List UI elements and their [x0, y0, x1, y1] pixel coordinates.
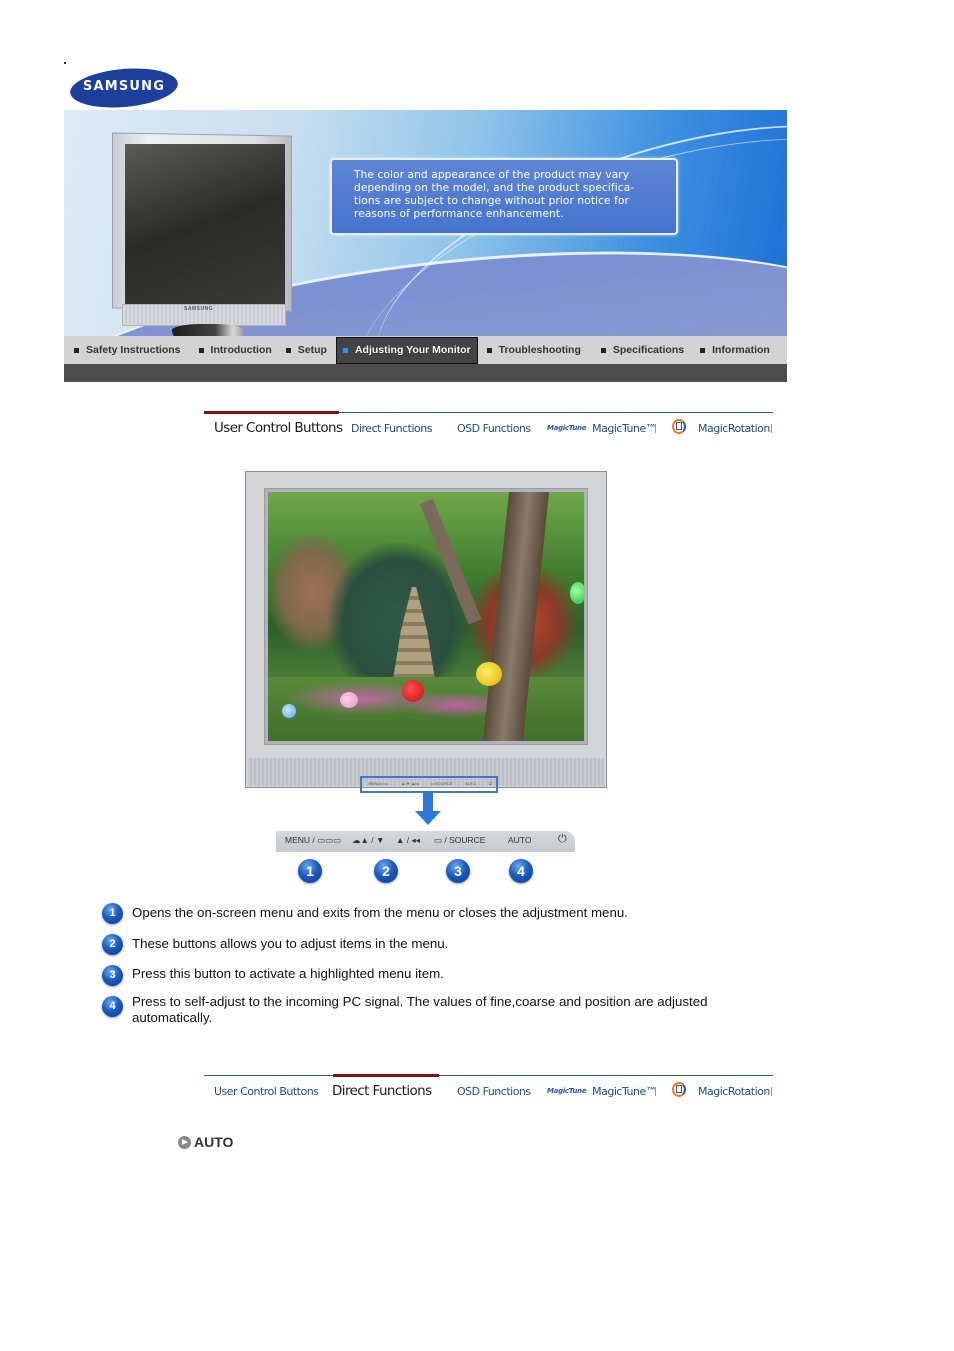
- tab-separator: [655, 424, 656, 433]
- nav-item-label: Specifications: [612, 344, 685, 356]
- tab-magictune[interactable]: MagicTune MagicTune™: [547, 413, 657, 443]
- square-bullet-icon: [600, 347, 606, 353]
- monitor-brand-label: SAMSUNG: [184, 306, 214, 312]
- control-panel-highlight-box: [360, 776, 498, 793]
- square-bullet-icon: [486, 347, 492, 353]
- number-badge-2: 2: [374, 859, 398, 883]
- number-badge-1: 1: [298, 859, 322, 883]
- square-bullet-icon: [285, 347, 291, 353]
- nav-underbar: [64, 364, 787, 382]
- square-bullet-icon: [700, 347, 706, 353]
- nav-item-troubleshooting[interactable]: Troubleshooting: [478, 336, 589, 364]
- tab-separator: [771, 424, 772, 433]
- magictune-logo-icon: MagicTune: [547, 1087, 587, 1095]
- magicrotation-icon: [670, 1082, 688, 1100]
- tab-osd-functions[interactable]: OSD Functions: [457, 413, 531, 443]
- square-bullet-icon: [74, 347, 79, 353]
- number-badge-3: 3: [446, 859, 470, 883]
- nav-item-setup[interactable]: Setup: [280, 336, 336, 364]
- tab-magicrotation[interactable]: MagicRotation: [670, 1076, 770, 1106]
- monitor-stand: [172, 324, 244, 336]
- lantern: [282, 704, 296, 718]
- main-nav: Safety Instructions Introduction Setup A…: [64, 336, 787, 364]
- description-text-1: Opens the on-screen menu and exits from …: [132, 905, 628, 920]
- samsung-logo[interactable]: SAMSUNG: [68, 64, 180, 112]
- tab-direct-functions[interactable]: Direct Functions: [332, 1076, 432, 1106]
- description-badge-2: 2: [102, 934, 123, 955]
- description-text-4: Press to self-adjust to the incoming PC …: [132, 994, 708, 1025]
- arrow-circle-right-icon: [178, 1135, 191, 1149]
- description-badge-3: 3: [102, 965, 123, 986]
- tab-separator: [655, 1087, 656, 1096]
- square-bullet-icon: [342, 347, 348, 353]
- magictune-logo-icon: MagicTune: [547, 424, 587, 432]
- tab-separator: [771, 1087, 772, 1096]
- nav-item-label: Adjusting Your Monitor: [354, 344, 471, 356]
- power-icon[interactable]: ⏻: [558, 833, 567, 846]
- product-notice-box: The color and appearance of the product …: [330, 158, 678, 235]
- nav-item-introduction[interactable]: Introduction: [189, 336, 280, 364]
- monitor-front-illustration: MENU/▭▭ ▲/▼ ▲/◂ ▭/SOURCE AUTO ⏻: [245, 471, 607, 788]
- lantern: [340, 692, 358, 708]
- nav-item-label: Information: [712, 344, 770, 356]
- lantern: [570, 582, 584, 604]
- nav-item-label: Safety Instructions: [86, 344, 181, 356]
- tab-osd-functions[interactable]: OSD Functions: [457, 1076, 531, 1106]
- square-bullet-icon: [198, 347, 204, 353]
- garden-photo: [268, 492, 584, 741]
- monitor-screen-frame: [264, 488, 588, 745]
- description-badge-4: 4: [102, 996, 123, 1017]
- tab-label: MagicTune™: [592, 421, 657, 435]
- up-volume-button[interactable]: ▲ / ◂◂: [396, 835, 420, 846]
- notice-line: tions are subject to change without prio…: [354, 195, 629, 207]
- hero-banner: SAMSUNG The color and appearance of the …: [64, 110, 787, 336]
- lantern: [476, 662, 502, 686]
- menu-button[interactable]: MENU / ▭▭▭: [285, 835, 341, 846]
- tab-user-control-buttons[interactable]: User Control Buttons: [214, 1076, 319, 1106]
- subtabs-top: User Control Buttons Direct Functions OS…: [204, 411, 773, 443]
- description-text-2: These buttons allows you to adjust items…: [132, 936, 449, 951]
- nav-item-specifications[interactable]: Specifications: [589, 336, 692, 364]
- enter-source-button[interactable]: ▭ / SOURCE: [434, 835, 485, 846]
- notice-line: The color and appearance of the product …: [354, 169, 630, 181]
- notice-line: depending on the model, and the product …: [354, 182, 635, 194]
- description-badge-1: 1: [102, 903, 123, 924]
- nav-item-label: Troubleshooting: [498, 344, 581, 356]
- auto-button[interactable]: AUTO: [508, 835, 531, 845]
- nav-item-adjusting-your-monitor[interactable]: Adjusting Your Monitor: [335, 336, 478, 364]
- lantern: [402, 680, 424, 702]
- tab-magicrotation[interactable]: MagicRotation: [670, 413, 770, 443]
- description-text-3: Press this button to activate a highligh…: [132, 966, 444, 981]
- control-panel-enlarged: MENU / ▭▭▭ ☁▲ / ▼ ▲ / ◂◂ ▭ / SOURCE AUTO…: [276, 831, 575, 852]
- nav-item-safety-instructions[interactable]: Safety Instructions: [64, 336, 189, 364]
- tab-label: MagicRotation: [698, 421, 770, 435]
- monitor-product-image: SAMSUNG: [112, 132, 292, 336]
- nav-item-label: Setup: [297, 344, 327, 356]
- nav-item-information[interactable]: Information: [692, 336, 778, 364]
- tab-user-control-buttons[interactable]: User Control Buttons: [214, 413, 343, 443]
- logo-text: SAMSUNG: [82, 79, 166, 94]
- notice-line: reasons of performance enhancement.: [354, 208, 564, 220]
- section-title: AUTO: [194, 1134, 234, 1150]
- tab-label: MagicRotation: [698, 1084, 770, 1098]
- stray-dot: [64, 62, 66, 64]
- number-badge-4: 4: [509, 859, 533, 883]
- brightness-down-button[interactable]: ☁▲ / ▼: [352, 835, 384, 846]
- tab-direct-functions[interactable]: Direct Functions: [351, 413, 432, 443]
- tab-magictune[interactable]: MagicTune MagicTune™: [547, 1076, 657, 1106]
- section-heading-auto: AUTO: [178, 1134, 233, 1150]
- subtabs-bottom: User Control Buttons Direct Functions OS…: [204, 1074, 773, 1106]
- tab-label: MagicTune™: [592, 1084, 657, 1098]
- monitor-screen: [125, 144, 285, 304]
- magicrotation-icon: [670, 419, 688, 437]
- arrow-down-icon: [415, 793, 441, 831]
- nav-item-label: Introduction: [210, 344, 272, 356]
